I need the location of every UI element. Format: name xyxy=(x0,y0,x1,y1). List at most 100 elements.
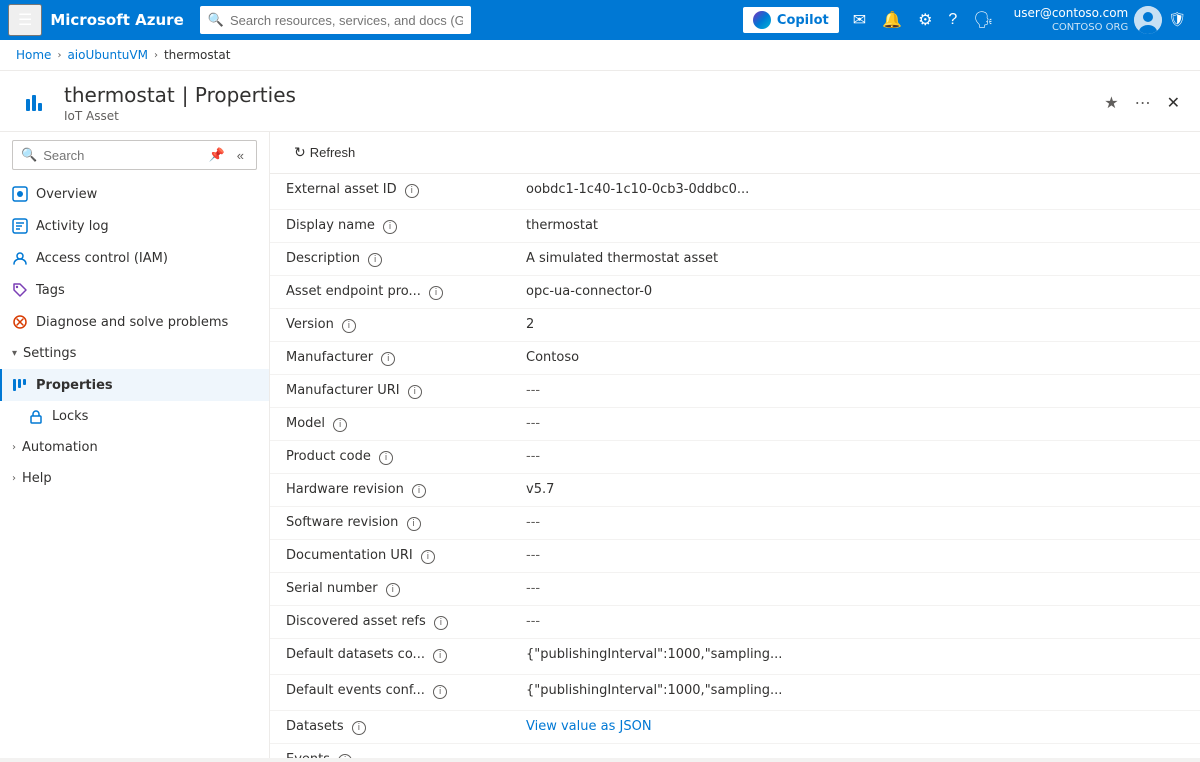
prop-value-asset-endpoint: opc-ua-connector-0 xyxy=(510,276,1200,309)
user-email: user@contoso.com xyxy=(1014,6,1129,22)
prop-value-product-code: --- xyxy=(510,441,1200,474)
page-header-icon xyxy=(16,85,52,121)
sidebar-section-automation-label: Automation xyxy=(22,440,98,455)
sidebar-item-overview[interactable]: Overview xyxy=(0,178,269,210)
prop-value-serial-number: --- xyxy=(510,573,1200,606)
sidebar-item-activity-log[interactable]: Activity log xyxy=(0,210,269,242)
table-row: Manufacturer URI i --- xyxy=(270,375,1200,408)
prop-label-model: Model i xyxy=(270,408,510,441)
refresh-label: Refresh xyxy=(310,145,356,160)
info-icon-datasets[interactable]: i xyxy=(352,721,366,735)
breadcrumb-current: thermostat xyxy=(164,48,230,62)
refresh-button[interactable]: ↻ Refresh xyxy=(286,140,363,165)
breadcrumb-home[interactable]: Home xyxy=(16,48,51,62)
top-navigation: ☰ Microsoft Azure 🔍 Copilot ✉ 🔔 ⚙ ? 🗣 us… xyxy=(0,0,1200,40)
sidebar-label-activity-log: Activity log xyxy=(36,219,109,234)
info-icon-asset-endpoint[interactable]: i xyxy=(429,286,443,300)
info-icon-default-datasets[interactable]: i xyxy=(433,649,447,663)
info-icon-discovered-refs[interactable]: i xyxy=(434,616,448,630)
table-row: Documentation URI i --- xyxy=(270,540,1200,573)
view-json-link[interactable]: View value as JSON xyxy=(526,719,652,734)
avatar xyxy=(1134,6,1162,34)
info-icon-events[interactable]: i xyxy=(338,754,352,758)
info-icon-hardware-revision[interactable]: i xyxy=(412,484,426,498)
sidebar-section-help-label: Help xyxy=(22,471,52,486)
table-row: Events i --- xyxy=(270,744,1200,759)
info-icon-manufacturer[interactable]: i xyxy=(381,352,395,366)
info-icon-version[interactable]: i xyxy=(342,319,356,333)
table-row: Serial number i --- xyxy=(270,573,1200,606)
prop-value-software-revision: --- xyxy=(510,507,1200,540)
info-icon-description[interactable]: i xyxy=(368,253,382,267)
info-icon-serial-number[interactable]: i xyxy=(386,583,400,597)
alerts-icon[interactable]: 🔔 xyxy=(876,6,908,34)
properties-table: External asset ID i oobdc1-1c40-1c10-0cb… xyxy=(270,174,1200,758)
info-icon-product-code[interactable]: i xyxy=(379,451,393,465)
sidebar-section-help[interactable]: › Help xyxy=(0,463,269,494)
info-icon-external-id[interactable]: i xyxy=(405,184,419,198)
info-icon-display-name[interactable]: i xyxy=(383,220,397,234)
info-icon-software-revision[interactable]: i xyxy=(407,517,421,531)
sidebar-item-access-control[interactable]: Access control (IAM) xyxy=(0,242,269,274)
table-row: Software revision i --- xyxy=(270,507,1200,540)
sidebar-section-settings[interactable]: ▾ Settings xyxy=(0,338,269,369)
hamburger-menu[interactable]: ☰ xyxy=(8,4,42,36)
topnav-icon-group: ✉ 🔔 ⚙ ? 🗣 xyxy=(847,6,1000,34)
sidebar-pin-button[interactable]: 📌 xyxy=(205,145,229,165)
prop-label-asset-endpoint: Asset endpoint pro... i xyxy=(270,276,510,309)
sidebar-collapse-button[interactable]: « xyxy=(233,145,248,165)
help-icon[interactable]: ? xyxy=(942,7,963,33)
breadcrumb-vm[interactable]: aioUbuntuVM xyxy=(67,48,148,62)
feedback-icon[interactable]: 🗣 xyxy=(967,6,999,34)
prop-value-version: 2 xyxy=(510,309,1200,342)
sidebar-label-tags: Tags xyxy=(36,283,65,298)
info-icon-doc-uri[interactable]: i xyxy=(421,550,435,564)
prop-label-default-datasets: Default datasets co... i xyxy=(270,639,510,675)
settings-icon[interactable]: ⚙ xyxy=(912,6,938,34)
prop-label-version: Version i xyxy=(270,309,510,342)
info-icon-manufacturer-uri[interactable]: i xyxy=(408,385,422,399)
sidebar-search-input[interactable] xyxy=(43,148,198,163)
sidebar-item-tags[interactable]: Tags xyxy=(0,274,269,306)
table-row: Default events conf... i {"publishingInt… xyxy=(270,675,1200,711)
prop-value-doc-uri: --- xyxy=(510,540,1200,573)
table-row: Hardware revision i v5.7 xyxy=(270,474,1200,507)
automation-chevron: › xyxy=(12,442,16,453)
table-row: Version i 2 xyxy=(270,309,1200,342)
prop-label-datasets: Datasets i xyxy=(270,711,510,744)
copilot-button[interactable]: Copilot xyxy=(743,7,839,33)
sidebar-section-automation[interactable]: › Automation xyxy=(0,432,269,463)
notifications-icon[interactable]: ✉ xyxy=(847,6,872,34)
toolbar: ↻ Refresh xyxy=(270,132,1200,174)
sidebar: 🔍 📌 « Overview xyxy=(0,132,270,758)
info-icon-default-events[interactable]: i xyxy=(433,685,447,699)
page-header-text: thermostat | Properties IoT Asset xyxy=(64,83,1088,123)
prop-value-hardware-revision: v5.7 xyxy=(510,474,1200,507)
sidebar-item-properties[interactable]: Properties xyxy=(0,369,269,401)
user-menu[interactable]: user@contoso.com CONTOSO ORG 🛡 xyxy=(1008,4,1192,37)
prop-label-product-code: Product code i xyxy=(270,441,510,474)
sidebar-label-diagnose: Diagnose and solve problems xyxy=(36,315,228,330)
close-button[interactable]: ✕ xyxy=(1163,89,1184,117)
prop-label-discovered-refs: Discovered asset refs i xyxy=(270,606,510,639)
lock-icon xyxy=(28,410,44,424)
more-options-button[interactable]: ⋯ xyxy=(1131,89,1155,117)
page-subtitle: IoT Asset xyxy=(64,109,1088,123)
prop-label-software-revision: Software revision i xyxy=(270,507,510,540)
settings-chevron: ▾ xyxy=(12,348,17,359)
copilot-label: Copilot xyxy=(777,13,829,28)
table-row: Default datasets co... i {"publishingInt… xyxy=(270,639,1200,675)
favorite-button[interactable]: ★ xyxy=(1100,89,1122,117)
prop-value-datasets: View value as JSON xyxy=(510,711,1200,744)
info-icon-model[interactable]: i xyxy=(333,418,347,432)
prop-value-events: --- xyxy=(510,744,1200,759)
sidebar-item-diagnose[interactable]: Diagnose and solve problems xyxy=(0,306,269,338)
prop-label-hardware-revision: Hardware revision i xyxy=(270,474,510,507)
table-row: Asset endpoint pro... i opc-ua-connector… xyxy=(270,276,1200,309)
prop-label-default-events: Default events conf... i xyxy=(270,675,510,711)
prop-value-default-datasets: {"publishingInterval":1000,"sampling... xyxy=(510,639,1200,675)
sidebar-item-locks[interactable]: Locks xyxy=(0,401,269,432)
prop-value-external-id: oobdc1-1c40-1c10-0cb3-0ddbc0... xyxy=(510,174,1200,210)
global-search-input[interactable] xyxy=(230,13,463,28)
page-header-actions: ★ ⋯ ✕ xyxy=(1100,89,1184,117)
